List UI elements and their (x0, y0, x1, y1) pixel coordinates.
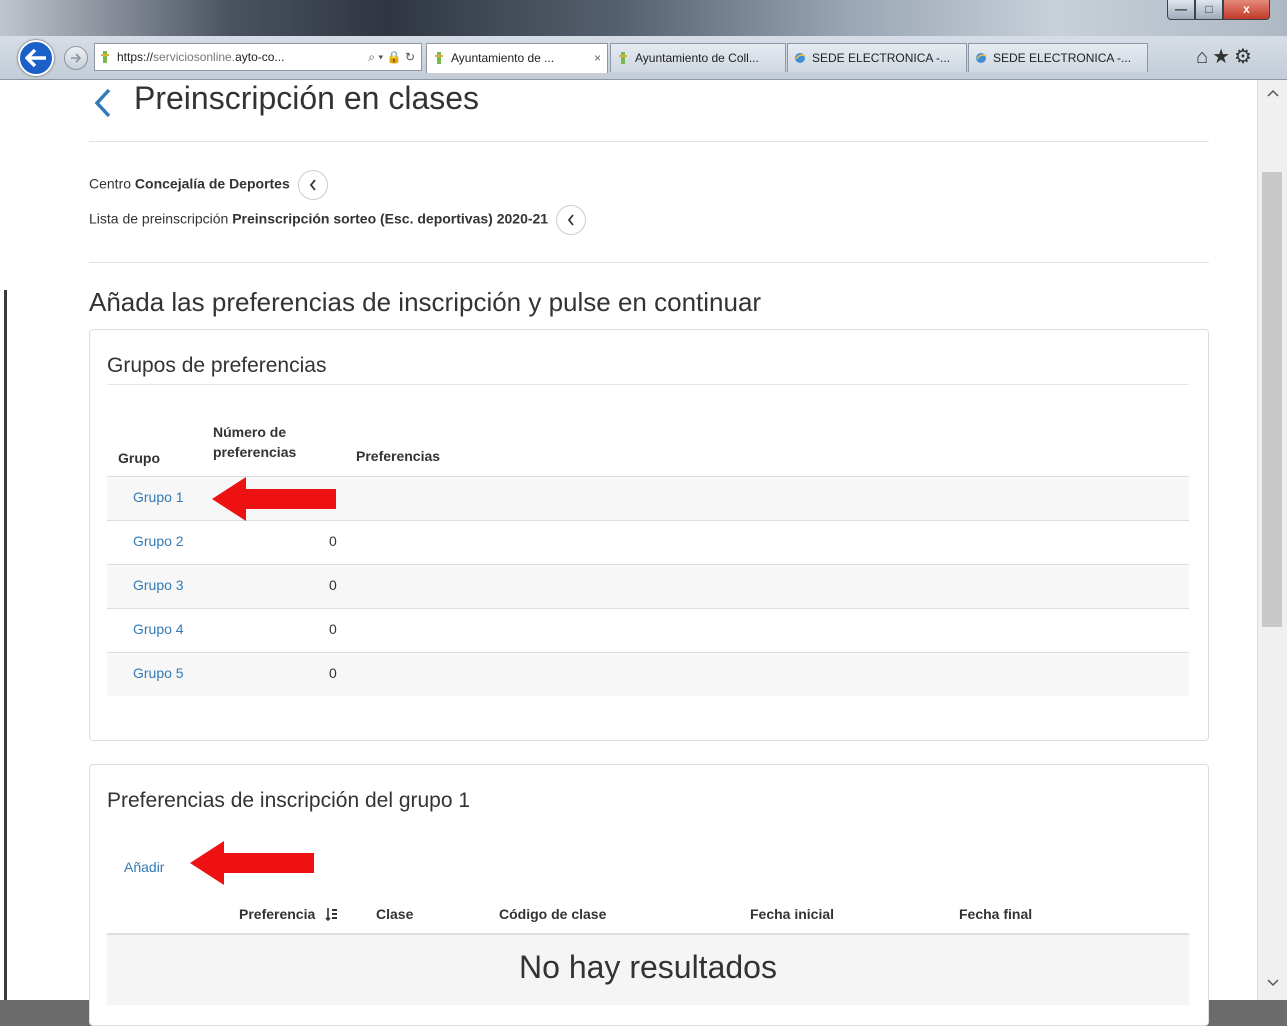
col-header-fecha-inicial: Fecha inicial (750, 906, 835, 922)
scroll-up-icon[interactable] (1258, 84, 1287, 100)
grupo-link[interactable]: Grupo 4 (133, 621, 184, 637)
grupo-link[interactable]: Grupo 5 (133, 665, 184, 681)
annotation-arrow-icon (190, 841, 314, 885)
browser-back-button[interactable] (18, 40, 54, 76)
centro-info: Centro Concejalía de Deportes (89, 170, 328, 200)
add-preference-link[interactable]: Añadir (124, 859, 164, 875)
grupo-count: 0 (329, 665, 337, 681)
window-title-bar: — □ x (0, 0, 1287, 36)
grupo-link[interactable]: Grupo 3 (133, 577, 184, 593)
groups-panel: Grupos de preferencias Grupo Número de p… (89, 329, 1209, 741)
home-favorites-settings-icons[interactable]: ⌂★⚙ (1196, 44, 1256, 69)
divider (107, 384, 1189, 385)
ie-favicon-icon (795, 53, 806, 63)
chevron-left-icon (567, 214, 574, 226)
change-lista-button[interactable] (555, 205, 586, 235)
table-row: Grupo 3 0 (107, 564, 1189, 608)
grupo-link[interactable]: Grupo 2 (133, 533, 184, 549)
scroll-down-icon[interactable] (1258, 974, 1287, 990)
site-favicon-icon (435, 52, 443, 64)
browser-toolbar: https://serviciosonline.ayto-co... ⌕ ▾ 🔒… (0, 36, 1287, 80)
change-centro-button[interactable] (297, 170, 328, 200)
preferences-panel-title: Preferencias de inscripción del grupo 1 (107, 789, 471, 812)
tab-ayuntamiento-active[interactable]: Ayuntamiento de ... × (426, 43, 608, 73)
lista-info: Lista de preinscripción Preinscripción s… (89, 205, 586, 235)
page-scrollbar[interactable] (1257, 80, 1287, 1000)
arrow-left-icon (25, 49, 46, 67)
browser-forward-button[interactable] (64, 46, 88, 70)
ie-favicon-icon (976, 53, 987, 63)
page-title: Preinscripción en clases (134, 80, 480, 116)
table-row: Grupo 5 0 (107, 652, 1189, 696)
address-url: https://serviciosonline.ayto-co... (117, 50, 285, 64)
col-header-clase: Clase (376, 906, 414, 922)
browser-window: — □ x https://serviciosonline.ayto-co...… (0, 0, 1287, 1026)
preferences-panel: Preferencias de inscripción del grupo 1 … (89, 764, 1209, 1026)
divider (89, 262, 1209, 263)
scrollbar-thumb[interactable] (1262, 172, 1282, 627)
col-header-fecha-final: Fecha final (959, 906, 1033, 922)
grupo-link[interactable]: Grupo 1 (133, 489, 184, 505)
annotation-arrow-icon (212, 477, 336, 521)
empty-results: No hay resultados (107, 933, 1189, 1005)
col-header-preferencia[interactable]: Preferencia (239, 904, 339, 924)
sort-ascending-icon (325, 908, 338, 922)
tab-close-icon[interactable]: × (594, 44, 601, 72)
address-bar[interactable]: https://serviciosonline.ayto-co... ⌕ ▾ 🔒… (94, 43, 422, 71)
chevron-left-icon (309, 179, 316, 191)
address-tools-icons[interactable]: ⌕ ▾ 🔒 ↻ (368, 44, 415, 70)
site-favicon-icon (101, 51, 109, 63)
instruction-heading: Añada las preferencias de inscripción y … (89, 287, 762, 317)
divider (89, 141, 1209, 142)
tab-ayuntamiento-coll[interactable]: Ayuntamiento de Coll... (610, 43, 786, 72)
arrow-right-icon (71, 53, 82, 63)
col-header-codigo: Código de clase (499, 906, 607, 922)
maximize-button[interactable]: □ (1195, 0, 1223, 20)
grupo-count: 0 (329, 621, 337, 637)
centro-value: Concejalía de Deportes (134, 175, 290, 192)
grupo-count: 0 (329, 533, 337, 549)
tab-sede-electronica-2[interactable]: SEDE ELECTRONICA -... (968, 43, 1148, 72)
groups-panel-title: Grupos de preferencias (107, 354, 327, 377)
table-row: Grupo 2 0 (107, 520, 1189, 564)
site-favicon-icon (619, 52, 627, 64)
tab-sede-electronica-1[interactable]: SEDE ELECTRONICA -... (787, 43, 967, 72)
window-left-edge (0, 80, 8, 1000)
table-row: Grupo 4 0 (107, 608, 1189, 652)
close-window-button[interactable]: x (1223, 0, 1270, 20)
page-header: Preinscripción en clases (89, 80, 1209, 132)
lista-value: Preinscripción sorteo (Esc. deportivas) … (232, 210, 549, 227)
grupo-count: 0 (329, 577, 337, 593)
col-header-numero: Número de preferencias (213, 424, 297, 460)
col-header-grupo: Grupo (118, 450, 160, 466)
col-header-preferencias: Preferencias (356, 448, 441, 464)
chevron-left-icon[interactable] (91, 86, 117, 120)
empty-results-text: No hay resultados (519, 949, 777, 985)
minimize-button[interactable]: — (1167, 0, 1195, 20)
